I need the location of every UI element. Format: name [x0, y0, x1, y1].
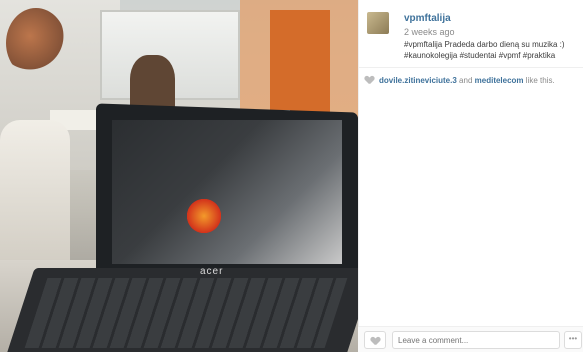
laptop-brand: acer: [200, 266, 224, 277]
radio-logo: [184, 196, 224, 236]
plant-decor: [6, 8, 66, 78]
heart-icon: [371, 337, 380, 345]
chair: [0, 120, 70, 280]
avatar[interactable]: [367, 12, 389, 34]
post-details-panel: vpmftalija 2 weeks ago #vpmftalija Prade…: [358, 0, 583, 352]
likes-connector: and: [459, 76, 473, 85]
liker-link-1[interactable]: dovile.zitineviciute.3: [379, 76, 457, 85]
likes-suffix: like this.: [525, 76, 555, 85]
post-time[interactable]: 2 weeks ago: [404, 27, 455, 37]
liker-link-2[interactable]: meditelecom: [475, 76, 524, 85]
heart-icon: [365, 76, 374, 84]
post-caption: #vpmftalija Pradeda darbo dieną su muzik…: [404, 40, 565, 60]
post-photo: acer: [0, 0, 358, 352]
likes-line: dovile.zitineviciute.3 and meditelecom l…: [365, 76, 580, 85]
more-options-button[interactable]: •••: [564, 331, 582, 349]
laptop-screen: [112, 120, 342, 264]
comment-bar: •••: [358, 326, 583, 352]
orange-door: [270, 10, 330, 120]
like-button[interactable]: [364, 331, 386, 349]
divider: [358, 67, 583, 68]
keyboard-keys: [24, 278, 348, 348]
comment-input[interactable]: [392, 331, 560, 349]
username-link[interactable]: vpmftalija: [404, 13, 451, 24]
